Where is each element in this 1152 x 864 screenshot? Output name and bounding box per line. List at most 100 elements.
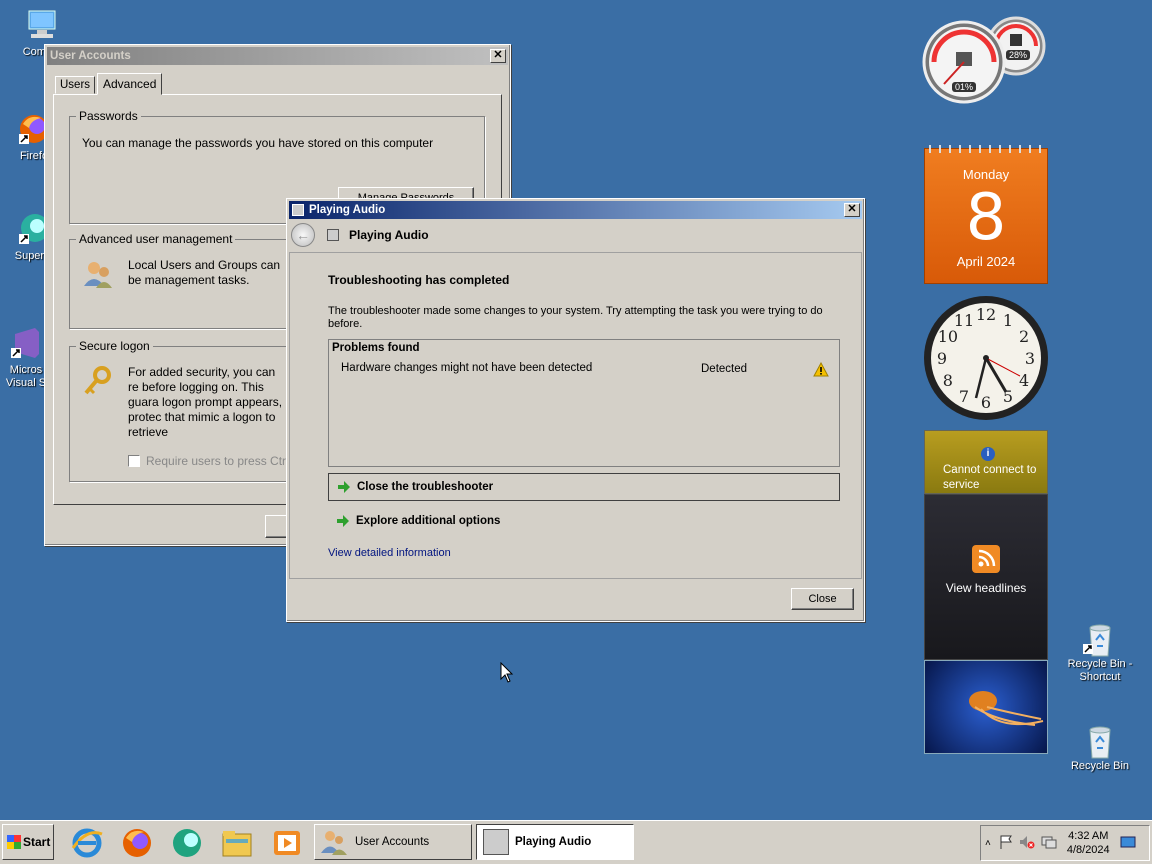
show-desktop-icon[interactable] [1120,835,1136,852]
description-text: The troubleshooter made some changes to … [328,305,823,330]
problems-header: Problems found [332,342,420,354]
tray-time: 4:32 AM [1068,830,1109,842]
start-label: Start [23,835,51,849]
explore-options-option[interactable]: Explore additional options [328,507,840,535]
passwords-text: You can manage the passwords you have st… [82,136,434,150]
slideshow-gadget[interactable] [924,660,1048,754]
rss-icon [972,545,1000,573]
tray-date: 4/8/2024 [1066,844,1110,856]
desktop-icon-label: Recycle Bin - Shortcut [1067,658,1133,683]
recycle-bin-icon [1083,722,1117,759]
app-icon [292,204,304,216]
advanced-management-text: Local Users and Groups can be management… [128,258,281,287]
secure-logon-legend: Secure logon [76,339,153,353]
close-dialog-button[interactable]: Close [791,588,854,610]
close-button[interactable]: ✕ [490,49,506,63]
recycle-bin-shortcut-icon [1083,620,1117,657]
flag-icon[interactable] [999,835,1013,852]
mouse-cursor [500,661,514,687]
close-button[interactable]: ✕ [844,203,860,217]
weather-gadget[interactable]: i Cannot connect to service [924,430,1048,494]
require-ctrl-alt-del-checkbox[interactable] [128,455,140,467]
tab-users[interactable]: Users [55,76,96,94]
clock-display[interactable]: 4:32 AM 4/8/2024 [1067,829,1110,857]
clock-numeral: 4 [1019,371,1029,390]
task-playing-audio[interactable]: Playing Audio [476,824,634,860]
view-details-link[interactable]: View detailed information [328,547,451,559]
file-explorer-icon[interactable] [220,826,254,860]
internet-explorer-icon[interactable] [70,826,104,860]
clock-numeral: 6 [981,393,991,412]
calendar-weekday: Monday [962,167,1010,182]
problem-name: Hardware changes might not have been det… [341,362,593,374]
info-icon: i [981,447,995,461]
start-button[interactable]: Start [2,824,54,860]
problem-status: Detected [701,363,748,375]
clock-numeral: 8 [943,371,953,390]
clock-numeral: 7 [959,387,969,406]
calendar-rings [925,145,1047,153]
show-hidden-icons-icon[interactable]: ˄ [985,838,991,849]
system-tray: ˄ 4:32 AM 4/8/2024 [980,825,1150,861]
edge-icon[interactable] [170,826,204,860]
jellyfish-image [969,691,1044,726]
window-title: Playing Audio [309,204,386,216]
clock-gadget[interactable]: 11 10 9 8 7 6 5 4 3 2 1 12 [922,294,1050,422]
clock-numeral: 9 [937,349,947,368]
desktop-icon-label: Micros Visual S [5,364,47,389]
close-troubleshooter-label: Close the troubleshooter [357,481,494,493]
calendar-day: 8 [965,181,1007,255]
volume-muted-icon[interactable] [1019,835,1035,852]
clock-numeral: 2 [1019,327,1029,346]
cpu-meter-gadget[interactable]: 01% 28% [922,8,1050,104]
explore-options-label: Explore additional options [356,515,501,527]
clock-numeral: 3 [1025,349,1035,368]
quick-launch [70,826,304,860]
task-label: User Accounts [355,836,430,848]
window-title: User Accounts [50,50,131,62]
network-icon[interactable] [1041,835,1057,852]
users-group-icon [82,258,114,293]
app-icon [483,829,509,855]
tab-advanced[interactable]: Advanced [97,73,163,95]
windows-logo-icon [7,835,21,849]
secure-logon-text: For added security, you can re before lo… [128,365,283,439]
page-icon [327,229,339,241]
advanced-management-legend: Advanced user management [76,232,236,246]
calendar-gadget[interactable]: Monday 8 April 2024 [924,145,1048,284]
problems-list: Problems found Hardware changes might no… [328,339,840,467]
page-heading: Troubleshooting has completed [328,273,510,287]
close-troubleshooter-option[interactable]: Close the troubleshooter [328,473,840,501]
title-bar[interactable]: User Accounts [47,47,508,65]
visual-studio-icon [9,326,43,360]
cpu-percent: 01% [952,82,977,92]
clock-numeral: 12 [976,305,996,324]
weather-message: Cannot connect to service [943,464,1037,491]
feed-gadget[interactable]: View headlines [924,494,1048,660]
task-label: Playing Audio [515,836,592,848]
green-arrow-icon [337,480,351,494]
green-arrow-icon [336,514,350,528]
problem-row[interactable]: Hardware changes might not have been det… [329,360,839,380]
title-bar[interactable]: Playing Audio [289,201,862,219]
key-icon [82,365,114,400]
warning-icon [813,361,829,381]
computer-icon [25,8,59,42]
calendar-month-year: April 2024 [956,254,1016,269]
memory-percent: 28% [1006,50,1031,60]
content-panel: Troubleshooting has completed The troubl… [289,252,862,579]
troubleshooter-window[interactable]: Playing Audio ✕ ← Playing Audio Troubles… [286,198,865,622]
clock-numeral: 10 [938,327,958,346]
nav-title: Playing Audio [349,228,429,242]
users-icon [319,827,349,857]
desktop-icon-recycle-bin-shortcut[interactable]: Recycle Bin - Shortcut [1060,620,1140,684]
desktop-icon-recycle-bin[interactable]: Recycle Bin [1060,722,1140,773]
media-player-icon[interactable] [270,826,304,860]
passwords-legend: Passwords [76,109,141,123]
task-user-accounts[interactable]: User Accounts [314,824,472,860]
clock-numeral: 1 [1003,311,1013,330]
require-ctrl-alt-del-label: Require users to press Ctrl- [146,454,293,468]
nav-bar: ← Playing Audio [289,221,862,249]
back-button[interactable]: ← [291,223,315,247]
firefox-icon[interactable] [120,826,154,860]
